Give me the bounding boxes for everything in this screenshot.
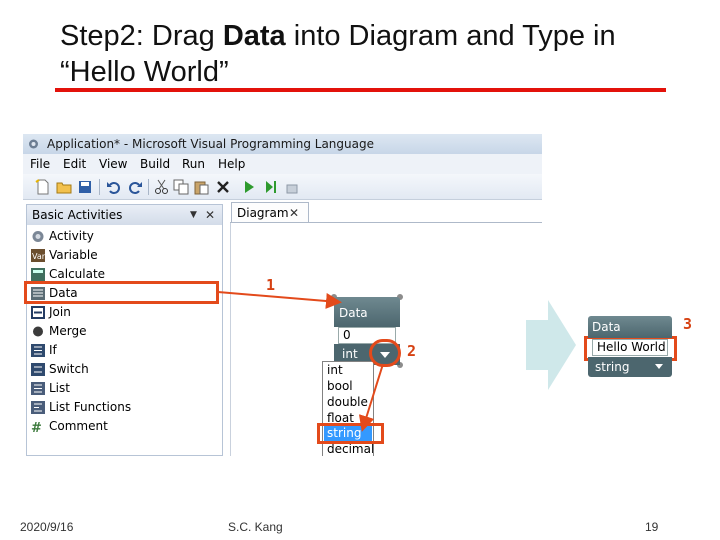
menu-edit[interactable]: Edit — [63, 154, 86, 174]
step-icon[interactable] — [263, 179, 279, 195]
result-data-block: Data Hello World string — [588, 316, 672, 378]
result-value-field: Hello World — [592, 339, 668, 356]
comment-icon: # — [31, 421, 42, 433]
result-block-header: Data — [588, 316, 672, 338]
tab-diagram-label: Diagram — [237, 206, 289, 220]
basic-activities-panel: Basic Activities ▼ ✕ Activity Var Variab… — [26, 204, 223, 456]
activity-label: Merge — [49, 324, 87, 338]
menu-help[interactable]: Help — [218, 154, 245, 174]
list-icon — [31, 382, 45, 395]
type-option-decimal[interactable]: decimal — [324, 442, 373, 456]
highlight-dropdown-button — [369, 339, 401, 367]
activity-label: List Functions — [49, 400, 132, 414]
toolbar-separator — [99, 179, 100, 195]
slide-title: Step2: Drag Data into Diagram and Type i… — [60, 20, 616, 88]
tab-diagram[interactable]: Diagram ✕ — [231, 202, 309, 223]
toolbar-separator — [148, 179, 149, 195]
panel-title: Basic Activities — [32, 208, 123, 222]
activity-item-merge[interactable]: Merge — [31, 322, 219, 341]
title-bold-word: Data — [222, 20, 286, 52]
activity-item-join[interactable]: Join — [31, 303, 219, 322]
menu-build[interactable]: Build — [140, 154, 170, 174]
step-number-1: 1 — [266, 276, 276, 294]
app-icon — [29, 139, 38, 149]
open-icon[interactable] — [56, 179, 72, 195]
tab-close-icon[interactable]: ✕ — [289, 203, 299, 223]
panel-dropdown-icon[interactable]: ▼ — [190, 205, 197, 225]
highlight-data-item — [24, 281, 219, 304]
paste-icon[interactable] — [193, 179, 209, 195]
toolbar — [23, 174, 542, 200]
footer-page-number: 19 — [645, 520, 659, 534]
activity-item-activity[interactable]: Activity — [31, 227, 219, 246]
new-icon[interactable] — [35, 179, 51, 195]
menu-file[interactable]: File — [30, 154, 50, 174]
menu-view[interactable]: View — [99, 154, 127, 174]
join-icon — [31, 306, 45, 319]
menu-bar: File Edit View Build Run Help — [23, 154, 542, 174]
svg-text:#: # — [31, 421, 42, 433]
type-option-int[interactable]: int — [324, 363, 372, 378]
activity-label: If — [49, 343, 57, 357]
step-number-3: 3 — [683, 315, 693, 333]
save-icon[interactable] — [77, 179, 93, 195]
title-underline — [55, 88, 666, 92]
switch-icon — [31, 363, 45, 376]
redo-icon[interactable] — [127, 179, 143, 195]
type-option-double[interactable]: double — [324, 395, 372, 410]
activity-label: Activity — [49, 229, 94, 243]
svg-text:Var: Var — [32, 252, 45, 261]
activity-item-list[interactable]: List — [31, 379, 219, 398]
result-type-label: string — [595, 360, 630, 374]
activity-label: List — [49, 381, 70, 395]
footer-date: 2020/9/16 — [20, 520, 74, 534]
activity-item-if[interactable]: If — [31, 341, 219, 360]
window-titlebar[interactable]: Application* - Microsoft Visual Programm… — [23, 134, 542, 154]
merge-icon — [33, 326, 43, 337]
panel-close-icon[interactable]: ✕ — [205, 205, 215, 225]
copy-icon[interactable] — [173, 179, 189, 195]
activity-label: Join — [49, 305, 71, 319]
window-title: Application* - Microsoft Visual Programm… — [47, 137, 374, 151]
delete-icon[interactable] — [215, 179, 231, 195]
result-type-field: string — [588, 357, 672, 377]
type-option-bool[interactable]: bool — [324, 379, 372, 394]
data-block-title: Data — [339, 306, 368, 320]
panel-header: Basic Activities ▼ ✕ — [27, 205, 222, 225]
cut-icon[interactable] — [154, 179, 170, 195]
activity-item-variable[interactable]: Var Variable — [31, 246, 219, 265]
footer-author: S.C. Kang — [228, 520, 283, 534]
activity-label: Variable — [49, 248, 98, 262]
list-functions-icon — [31, 401, 45, 414]
activity-label: Comment — [49, 419, 108, 433]
result-block-title: Data — [592, 320, 621, 334]
activity-item-list-functions[interactable]: List Functions — [31, 398, 219, 417]
undo-icon[interactable] — [106, 179, 122, 195]
if-icon — [31, 344, 45, 357]
step-number-2: 2 — [407, 342, 417, 360]
variable-icon: Var — [31, 249, 45, 262]
calculate-icon — [31, 268, 45, 281]
activity-item-comment[interactable]: # Comment — [31, 417, 219, 436]
activity-item-switch[interactable]: Switch — [31, 360, 219, 379]
right-arrow-icon — [526, 300, 576, 390]
chevron-down-icon — [655, 364, 663, 369]
data-block-header[interactable]: Data — [334, 297, 400, 327]
menu-run[interactable]: Run — [182, 154, 205, 174]
activity-icon — [32, 231, 44, 242]
run-icon[interactable] — [241, 179, 257, 195]
stop-icon[interactable] — [284, 179, 300, 195]
activity-label: Switch — [49, 362, 89, 376]
highlight-string-option — [317, 423, 384, 444]
